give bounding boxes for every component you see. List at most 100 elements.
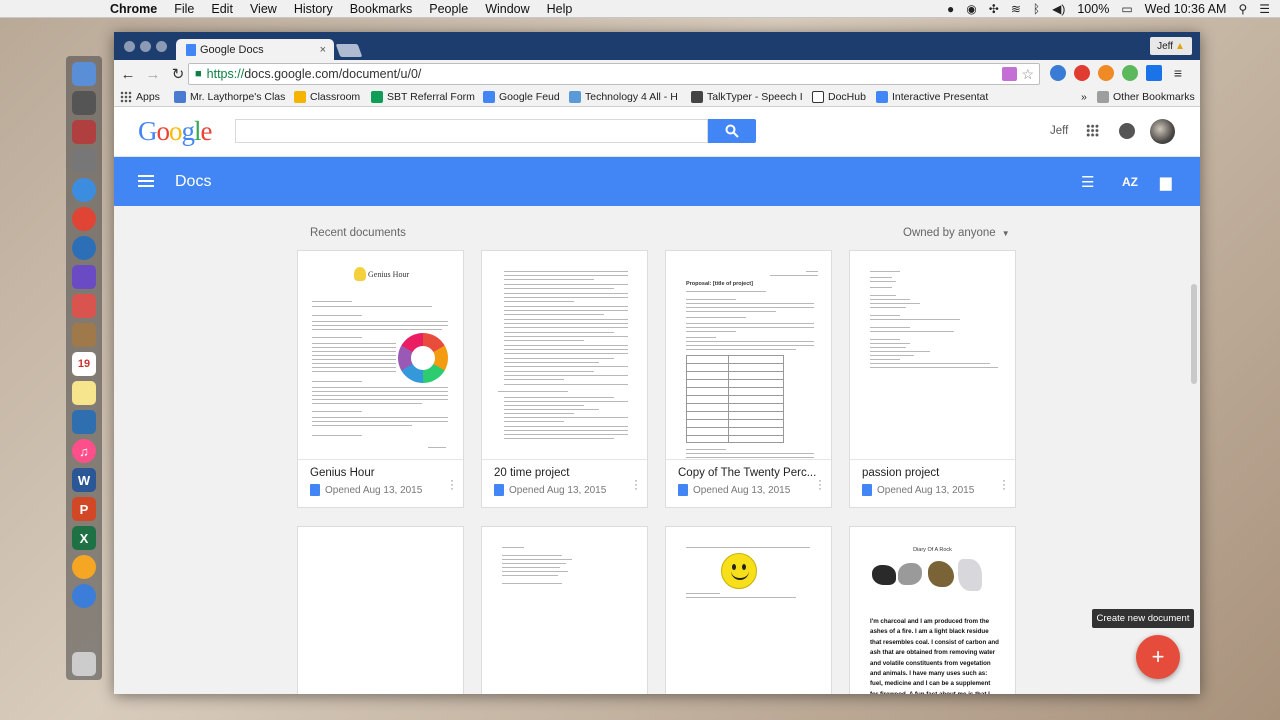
bookmark-star-icon[interactable]: ☆: [1021, 66, 1034, 83]
calendar-icon[interactable]: 19: [72, 352, 96, 376]
photo-booth-icon[interactable]: [72, 120, 96, 144]
document-card[interactable]: [297, 526, 464, 694]
finder-icon[interactable]: [72, 62, 96, 86]
contacts-icon[interactable]: [72, 323, 96, 347]
document-card[interactable]: Genius Hour Genius Hour Opened Aug 13, 2…: [297, 250, 464, 508]
document-card[interactable]: [481, 526, 648, 694]
chrome-icon[interactable]: [72, 207, 96, 231]
powerpoint-icon[interactable]: P: [72, 497, 96, 521]
list-view-icon[interactable]: ☰: [1081, 173, 1094, 191]
reload-icon[interactable]: ↻: [167, 65, 189, 83]
extension-green-icon[interactable]: [1122, 65, 1138, 81]
extension-s-icon[interactable]: [1146, 65, 1162, 81]
docs-favicon-icon: [186, 44, 196, 56]
bookmark-technology-4-all[interactable]: Technology 4 All - H: [569, 91, 678, 103]
system-preferences-icon[interactable]: [72, 149, 96, 173]
launchpad-icon[interactable]: [72, 91, 96, 115]
user-name[interactable]: Jeff: [1050, 125, 1068, 137]
menu-file[interactable]: File: [174, 2, 194, 16]
bookmark-sbt-referral[interactable]: SBT Referral Form: [371, 91, 475, 103]
bookmark-apps[interactable]: Apps: [120, 91, 160, 103]
extension-red-icon[interactable]: [1074, 65, 1090, 81]
bookmark-laythorpe[interactable]: Mr. Laythorpe's Clas: [174, 91, 285, 103]
notifications-icon[interactable]: [1119, 123, 1135, 139]
google-earth-icon[interactable]: [72, 584, 96, 608]
extension-orange-icon[interactable]: [1098, 65, 1114, 81]
people-app-icon[interactable]: [72, 410, 96, 434]
new-tab-button[interactable]: [335, 44, 363, 57]
minimize-window-button[interactable]: [140, 41, 151, 52]
more-options-icon[interactable]: · · ·: [818, 474, 822, 494]
document-card[interactable]: Diary Of A Rock I'm charcoal and I am pr…: [849, 526, 1016, 694]
excel-icon[interactable]: X: [72, 526, 96, 550]
bookmark-classroom[interactable]: Classroom: [294, 91, 360, 103]
plus-icon: +: [1151, 644, 1165, 669]
avatar[interactable]: [1150, 119, 1175, 144]
document-card[interactable]: [665, 526, 832, 694]
other-bookmarks[interactable]: Other Bookmarks: [1097, 91, 1195, 103]
bookmark-talktyper[interactable]: TalkTyper - Speech I: [691, 91, 803, 103]
menu-chrome[interactable]: Chrome: [110, 2, 157, 16]
menu-people[interactable]: People: [429, 2, 468, 16]
lock-icon: ■: [195, 68, 202, 80]
trash-icon[interactable]: [72, 652, 96, 676]
more-bookmarks-chevron[interactable]: »: [1081, 91, 1087, 103]
back-arrow-icon[interactable]: ←: [117, 66, 139, 83]
menu-bookmarks[interactable]: Bookmarks: [350, 2, 413, 16]
apps-grid-icon[interactable]: [1086, 124, 1099, 137]
imovie-icon[interactable]: [72, 265, 96, 289]
address-bar[interactable]: ■ https://docs.google.com/document/u/0/ …: [188, 63, 1040, 85]
safari-icon[interactable]: [72, 178, 96, 202]
forward-arrow-icon[interactable]: →: [142, 66, 164, 83]
photos-icon[interactable]: [72, 555, 96, 579]
close-window-button[interactable]: [124, 41, 135, 52]
folder-picker-icon[interactable]: ▆: [1160, 173, 1172, 191]
quicktime-icon[interactable]: [72, 236, 96, 260]
tab-google-docs[interactable]: Google Docs ×: [176, 39, 334, 61]
profile-button[interactable]: Jeff ▲: [1150, 37, 1192, 55]
document-card[interactable]: Proposal: [title of project] Copy of The…: [665, 250, 832, 508]
scrollbar[interactable]: [1191, 284, 1197, 384]
wifi-icon[interactable]: ≋: [1011, 2, 1021, 16]
zoom-window-button[interactable]: [156, 41, 167, 52]
sort-az-icon[interactable]: AZ: [1122, 175, 1138, 189]
more-options-icon[interactable]: · · ·: [1002, 474, 1006, 494]
menu-view[interactable]: View: [250, 2, 277, 16]
record-icon[interactable]: ●: [947, 2, 954, 16]
menu-history[interactable]: History: [294, 2, 333, 16]
more-options-icon[interactable]: · · ·: [450, 474, 454, 494]
bluetooth-icon[interactable]: ᛒ: [1033, 2, 1040, 16]
document-card[interactable]: 20 time project Opened Aug 13, 2015 · · ·: [481, 250, 648, 508]
opened-date: Opened Aug 13, 2015: [693, 485, 791, 496]
search-input[interactable]: [235, 119, 708, 143]
search-button[interactable]: [708, 119, 756, 143]
bookmark-interactive-presentation[interactable]: Interactive Presentat: [876, 91, 988, 103]
menu-edit[interactable]: Edit: [211, 2, 233, 16]
battery-icon[interactable]: ▭: [1121, 2, 1132, 16]
bookmark-google-feud[interactable]: Google Feud: [483, 91, 560, 103]
menu-window[interactable]: Window: [485, 2, 529, 16]
chat-icon[interactable]: ◉: [966, 2, 976, 16]
clock[interactable]: Wed 10:36 AM: [1145, 2, 1227, 16]
spotlight-icon[interactable]: ⚲: [1238, 2, 1247, 16]
close-tab-icon[interactable]: ×: [320, 44, 326, 56]
hub-icon[interactable]: ✣: [989, 2, 999, 16]
word-icon[interactable]: W: [72, 468, 96, 492]
create-new-document-button[interactable]: +: [1136, 635, 1180, 679]
battery-percent[interactable]: 100%: [1077, 2, 1109, 16]
owner-filter-dropdown[interactable]: Owned by anyone ▼: [903, 227, 1010, 239]
bookmark-dochub[interactable]: DocHub: [812, 91, 866, 103]
extension-dr-icon[interactable]: [1050, 65, 1066, 81]
document-card[interactable]: passion project Opened Aug 13, 2015 · · ·: [849, 250, 1016, 508]
extension-icon[interactable]: [1002, 67, 1017, 81]
chrome-menu-icon[interactable]: ≡: [1170, 65, 1186, 81]
main-menu-icon[interactable]: [138, 175, 154, 187]
menu-help[interactable]: Help: [547, 2, 573, 16]
notes-icon[interactable]: [72, 381, 96, 405]
more-options-icon[interactable]: · · ·: [634, 474, 638, 494]
volume-icon[interactable]: ◀): [1052, 2, 1065, 16]
notification-center-icon[interactable]: ☰: [1259, 2, 1270, 16]
google-apps-icon[interactable]: [72, 294, 96, 318]
itunes-icon[interactable]: ♫: [72, 439, 96, 463]
google-logo[interactable]: Google: [138, 116, 212, 147]
